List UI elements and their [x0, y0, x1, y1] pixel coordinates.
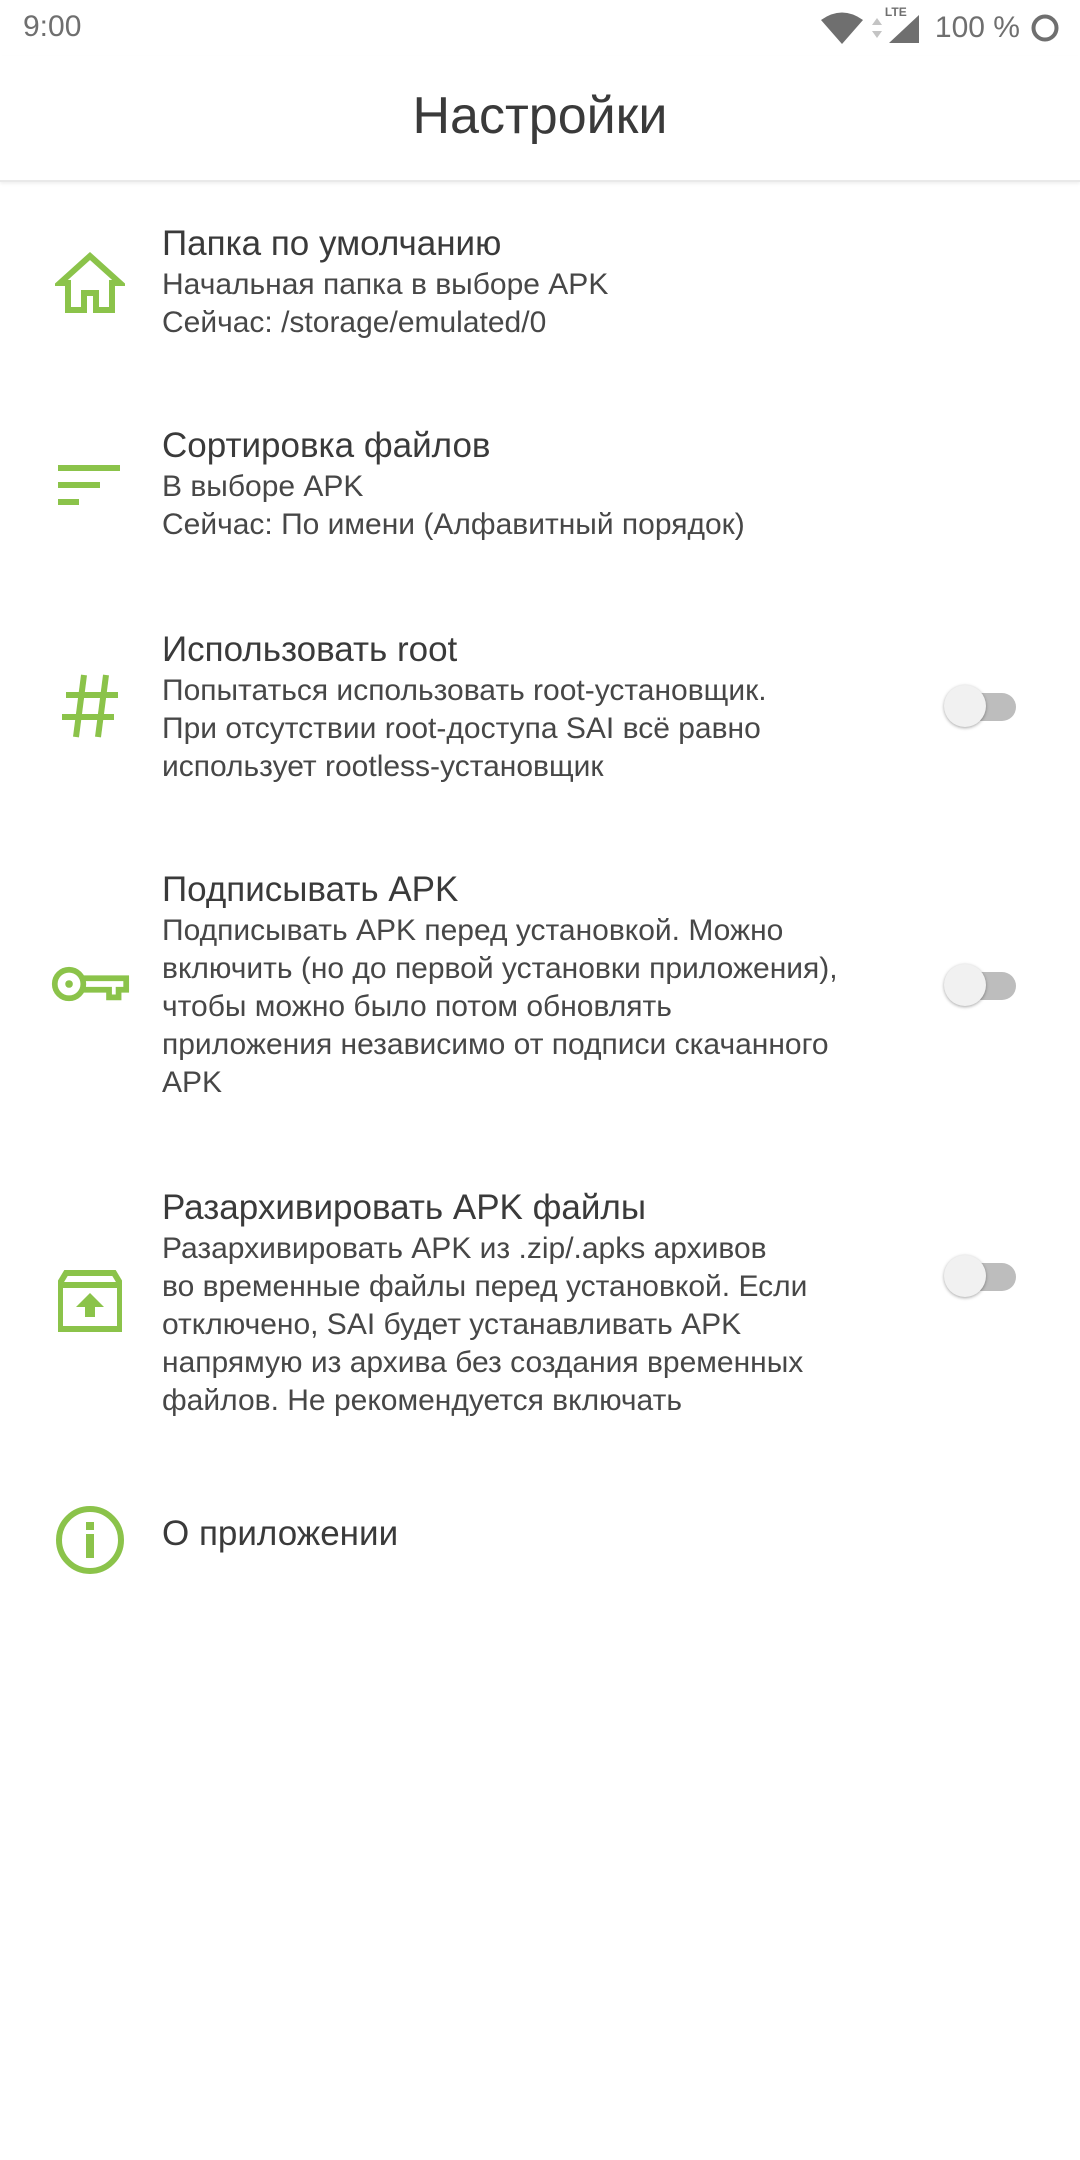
- setting-file-sorting[interactable]: Сортировка файлов В выборе APK Сейчас: П…: [0, 384, 1080, 586]
- page-title: Настройки: [412, 87, 668, 145]
- wifi-icon: [819, 11, 865, 45]
- info-icon: [50, 1500, 130, 1580]
- setting-summary: Разархивировать APK из .zip/.apks архиво…: [162, 1232, 808, 1417]
- status-bar: 9:00 LTE 100 %: [0, 0, 1080, 56]
- setting-title: Подписывать APK: [162, 870, 459, 909]
- setting-default-folder-text: Папка по умолчанию Начальная папка в выб…: [162, 222, 608, 342]
- setting-use-root[interactable]: Использовать root Попытаться использоват…: [0, 586, 1080, 826]
- setting-title: Сортировка файлов: [162, 426, 491, 465]
- signal-lte-icon: LTE: [885, 5, 921, 45]
- status-time: 9:00: [23, 10, 82, 43]
- setting-sign-apk[interactable]: Подписывать APK Подписывать APK перед ус…: [0, 826, 1080, 1142]
- sign-apk-toggle[interactable]: [944, 964, 1020, 1006]
- setting-title: Использовать root: [162, 630, 458, 669]
- setting-summary: В выборе APK Сейчас: По имени (Алфавитны…: [162, 470, 745, 541]
- setting-default-folder[interactable]: Папка по умолчанию Начальная папка в выб…: [0, 182, 1080, 384]
- network-type-label: LTE: [884, 5, 907, 19]
- setting-title: О приложении: [162, 1514, 399, 1553]
- setting-summary: Подписывать APK перед установкой. Можно …: [162, 914, 838, 1099]
- home-icon: [50, 243, 130, 323]
- setting-title: Папка по умолчанию: [162, 224, 502, 263]
- setting-extract-apk[interactable]: Разархивировать APK файлы Разархивироват…: [0, 1142, 1080, 1460]
- key-icon: [50, 944, 130, 1024]
- sort-icon: [50, 445, 130, 525]
- setting-about-text: О приложении: [162, 1512, 398, 1556]
- toggle-thumb: [944, 964, 986, 1006]
- battery-icon: [1030, 13, 1060, 43]
- battery-percent: 100 %: [934, 11, 1020, 44]
- setting-about[interactable]: О приложении: [0, 1460, 1080, 1620]
- unarchive-icon: [50, 1261, 130, 1341]
- setting-title: Разархивировать APK файлы: [162, 1188, 647, 1227]
- use-root-toggle[interactable]: [944, 685, 1020, 727]
- app-bar: Настройки: [0, 56, 1080, 182]
- hash-icon: [50, 666, 130, 746]
- setting-sign-apk-text: Подписывать APK Подписывать APK перед ус…: [162, 868, 838, 1102]
- status-icons: LTE 100 %: [819, 5, 1060, 48]
- setting-extract-apk-text: Разархивировать APK файлы Разархивироват…: [162, 1186, 807, 1420]
- toggle-thumb: [944, 1255, 986, 1297]
- data-arrows-icon: [871, 15, 883, 41]
- setting-summary: Начальная папка в выборе APK Сейчас: /st…: [162, 268, 609, 339]
- setting-use-root-text: Использовать root Попытаться использоват…: [162, 628, 767, 786]
- setting-file-sorting-text: Сортировка файлов В выборе APK Сейчас: П…: [162, 424, 745, 544]
- setting-summary: Попытаться использовать root-установщик.…: [162, 674, 767, 783]
- toggle-thumb: [944, 685, 986, 727]
- settings-list: Папка по умолчанию Начальная папка в выб…: [0, 182, 1080, 1620]
- extract-apk-toggle[interactable]: [944, 1255, 1020, 1297]
